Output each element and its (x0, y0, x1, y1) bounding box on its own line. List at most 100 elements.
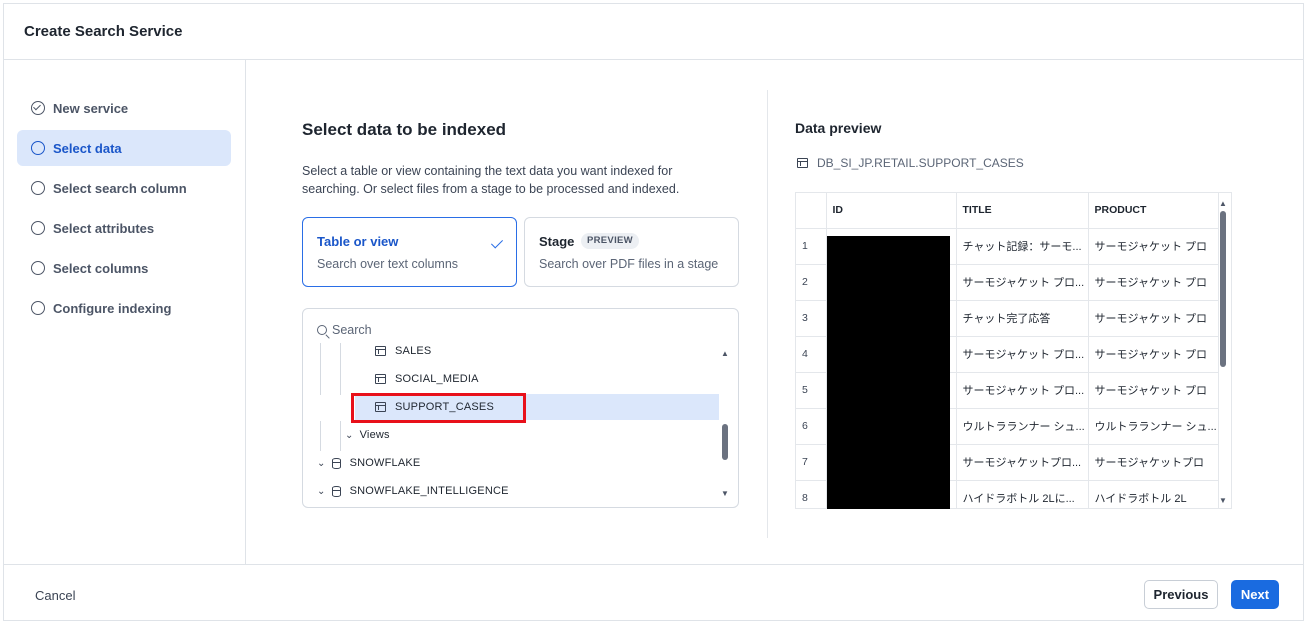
row-number: 5 (796, 372, 827, 409)
tree-item-label: SNOWFLAKE (349, 457, 421, 469)
tree-guide-line (320, 343, 321, 395)
dialog-header: Create Search Service (4, 4, 1303, 60)
scroll-down-arrow-icon[interactable]: ▼ (1219, 496, 1227, 505)
preview-scrollbar-thumb[interactable] (1220, 211, 1226, 367)
tree-item-snowflake[interactable]: ⌄ SNOWFLAKE (317, 450, 697, 476)
option-stage[interactable]: Stage PREVIEW Search over PDF files in a… (524, 217, 739, 287)
option-title: Stage (539, 234, 575, 249)
circle-icon (31, 261, 45, 275)
redaction-block (827, 236, 950, 509)
scroll-up-arrow-icon[interactable]: ▲ (1219, 199, 1227, 208)
row-number: 2 (796, 264, 827, 301)
step-select-attributes[interactable]: Select attributes (17, 210, 231, 246)
step-label: Select attributes (53, 220, 155, 236)
tree-guide-line (340, 343, 341, 395)
table-icon (375, 346, 386, 356)
tree-item-label: SOCIAL_MEDIA (395, 373, 479, 385)
tree-guide-line (340, 421, 341, 451)
title-cell: サーモジャケット プロ... (956, 372, 1089, 409)
circle-icon (31, 181, 45, 195)
next-button[interactable]: Next (1231, 580, 1279, 609)
tree-item-label: SALES (395, 345, 432, 357)
step-select-search-column[interactable]: Select search column (17, 170, 231, 206)
search-placeholder: Search (332, 323, 372, 337)
database-icon (331, 457, 341, 469)
title-cell: サーモジャケット プロ... (956, 264, 1089, 301)
panel-divider (767, 90, 768, 538)
product-cell: サーモジャケット プロ (1088, 264, 1219, 301)
step-label: Configure indexing (53, 300, 172, 316)
column-header: TITLE (956, 193, 1089, 229)
product-cell: ハイドラボトル 2L (1088, 480, 1219, 508)
title-cell: サーモジャケットプロ... (956, 444, 1089, 481)
cancel-button[interactable]: Cancel (35, 588, 75, 603)
dialog-title: Create Search Service (24, 23, 183, 40)
step-new-service[interactable]: New service (17, 90, 231, 126)
preview-title: Data preview (795, 120, 882, 136)
create-search-service-dialog: Create Search Service New service Select… (3, 3, 1304, 621)
tree-item-label: Views (359, 429, 390, 441)
title-cell: ハイドラボトル 2Lに... (956, 480, 1089, 508)
checkmark-icon (490, 236, 504, 249)
row-number: 4 (796, 336, 827, 373)
chevron-down-icon: ⌄ (317, 485, 326, 497)
database-icon (331, 485, 341, 497)
table-header-row: ID TITLE PRODUCT (796, 193, 1219, 229)
product-cell: サーモジャケット プロ (1088, 372, 1219, 409)
chevron-down-icon: ⌄ (317, 457, 326, 469)
product-cell: サーモジャケット プロ (1088, 300, 1219, 337)
previous-button[interactable]: Previous (1144, 580, 1218, 609)
check-circle-icon (31, 101, 45, 115)
row-number: 3 (796, 300, 827, 337)
column-header (796, 193, 827, 229)
table-icon (797, 158, 808, 168)
tree-item-social-media[interactable]: SOCIAL_MEDIA (375, 366, 715, 392)
title-cell: チャット記録：サーモ... (956, 228, 1089, 265)
tree-item-views[interactable]: ⌄ Views (345, 422, 685, 448)
preview-badge: PREVIEW (581, 233, 639, 249)
product-cell: ウルトラランナー シュ... (1088, 408, 1219, 445)
product-cell: サーモジャケット プロ (1088, 228, 1219, 265)
title-cell: ウルトラランナー シュ... (956, 408, 1089, 445)
step-label: Select data (53, 140, 122, 156)
row-number: 1 (796, 228, 827, 265)
step-label: Select search column (53, 180, 187, 196)
circle-icon (31, 221, 45, 235)
title-cell: チャット完了応答 (956, 300, 1089, 337)
step-label: New service (53, 100, 129, 116)
step-select-data[interactable]: Select data (17, 130, 231, 166)
preview-path: DB_SI_JP.RETAIL.SUPPORT_CASES (797, 156, 1024, 170)
circle-icon (31, 301, 45, 315)
row-number: 8 (796, 480, 827, 508)
step-select-columns[interactable]: Select columns (17, 250, 231, 286)
row-number: 6 (796, 408, 827, 445)
circle-icon (31, 141, 45, 155)
section-title: Select data to be indexed (302, 120, 507, 139)
option-description: Search over text columns (317, 257, 459, 271)
table-icon (375, 374, 386, 384)
option-title: Table or view (317, 234, 399, 249)
product-cell: サーモジャケット プロ (1088, 336, 1219, 373)
column-header: ID (826, 193, 957, 229)
tree-search-input[interactable]: Search (317, 323, 372, 337)
option-table-or-view[interactable]: Table or view Search over text columns (302, 217, 517, 287)
row-number: 7 (796, 444, 827, 481)
wizard-steps: New service Select data Select search co… (4, 60, 246, 564)
tree-item-snowflake-intelligence[interactable]: ⌄ SNOWFLAKE_INTELLIGENCE (317, 478, 697, 504)
step-configure-indexing[interactable]: Configure indexing (17, 290, 231, 326)
tree-item-sales[interactable]: SALES (375, 338, 715, 364)
chevron-down-icon: ⌄ (345, 429, 354, 441)
title-cell: サーモジャケット プロ... (956, 336, 1089, 373)
step-label: Select columns (53, 260, 149, 276)
tree-scrollbar-thumb[interactable] (722, 424, 728, 460)
column-header: PRODUCT (1088, 193, 1219, 229)
section-description: Select a table or view containing the te… (302, 164, 680, 196)
tree-item-label: SNOWFLAKE_INTELLIGENCE (349, 485, 509, 497)
highlight-annotation (351, 393, 526, 423)
scroll-up-arrow-icon[interactable]: ▲ (721, 349, 729, 358)
product-cell: サーモジャケットプロ (1088, 444, 1219, 481)
search-icon (317, 325, 327, 335)
preview-path-label: DB_SI_JP.RETAIL.SUPPORT_CASES (817, 156, 1024, 170)
option-description: Search over PDF files in a stage (539, 257, 719, 271)
scroll-down-arrow-icon[interactable]: ▼ (721, 489, 729, 498)
